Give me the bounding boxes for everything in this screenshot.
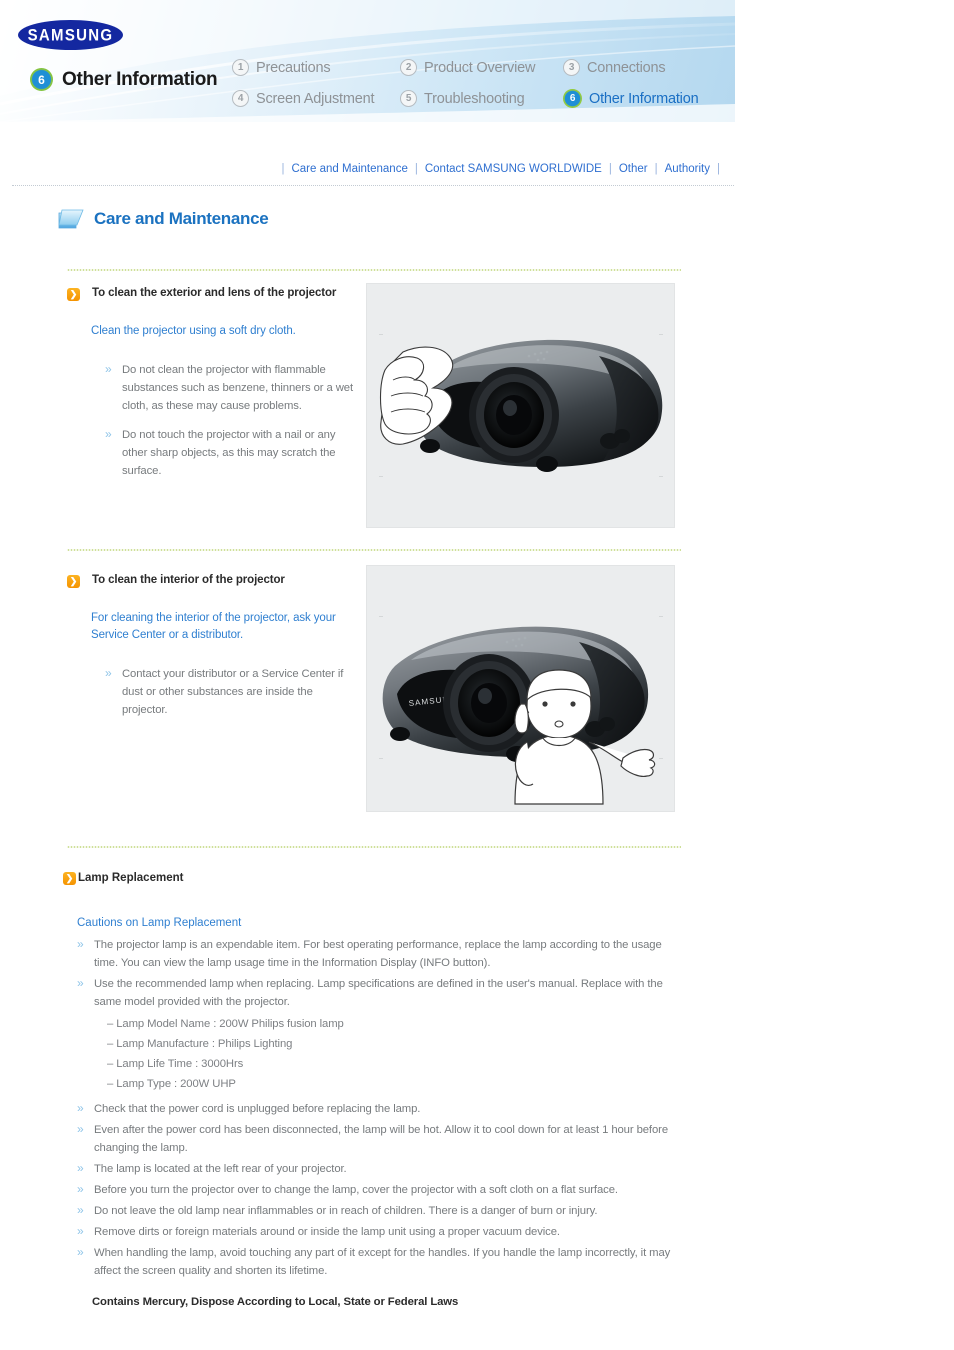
nav-label: Product Overview [424, 59, 536, 76]
nav-item-other-information[interactable]: 6 Other Information [563, 83, 699, 114]
folder-icon [58, 209, 84, 229]
section-number-badge: 6 [30, 68, 53, 91]
sub-navigation: | Care and Maintenance | Contact SAMSUNG… [0, 163, 745, 175]
section-separator-2 [67, 549, 681, 551]
samsung-logo: SAMSUNG [18, 20, 123, 50]
section-separator-3 [67, 846, 681, 848]
lamp-cautions-subheading: Cautions on Lamp Replacement [77, 917, 242, 929]
page-title-text: Care and Maintenance [94, 209, 269, 228]
nav-item-connections[interactable]: 3 Connections [563, 52, 698, 83]
section-lead-text: For cleaning the interior of the project… [91, 612, 336, 641]
section-bullet-list: Do not clean the projector with flammabl… [105, 360, 357, 480]
nav-number-icon: 4 [232, 90, 249, 107]
subnav-link-contact-samsung-worldwide[interactable]: Contact SAMSUNG WORLDWIDE [425, 163, 602, 175]
section-bullet-list: Contact your distributor or a Service Ce… [105, 664, 357, 719]
current-section-title: 6 Other Information [30, 68, 218, 91]
list-item: – Lamp Type : 200W UHP [107, 1078, 236, 1090]
list-item: Use the recommended lamp when replacing.… [77, 974, 677, 1011]
lamp-replacement-heading-row: ❯ Lamp Replacement [63, 871, 183, 885]
projector-with-person-illustration: SAMSUNG [379, 616, 663, 805]
section-clean-interior: ❯ To clean the interior of the projector… [67, 574, 362, 730]
list-item: When handling the lamp, avoid touching a… [77, 1243, 677, 1280]
list-item: The projector lamp is an expendable item… [77, 935, 677, 972]
nav-number-icon: 1 [232, 59, 249, 76]
list-item: Contact your distributor or a Service Ce… [105, 664, 357, 719]
list-item: Do not clean the projector with flammabl… [105, 360, 357, 415]
section-separator-1 [67, 269, 681, 271]
section-heading: To clean the exterior and lens of the pr… [92, 287, 337, 299]
subnav-separator: | [281, 163, 285, 175]
chevron-right-icon: ❯ [63, 872, 76, 885]
lamp-cautions-list: The projector lamp is an expendable item… [77, 935, 677, 1283]
section-lead-text: Clean the projector using a soft dry clo… [91, 325, 296, 337]
chevron-right-icon: ❯ [67, 575, 80, 588]
list-item: – Lamp Manufacture : Philips Lighting [107, 1038, 293, 1050]
subnav-separator: | [414, 163, 418, 175]
subnav-link-other[interactable]: Other [619, 163, 648, 175]
lamp-bullet-list: The projector lamp is an expendable item… [77, 935, 677, 1011]
nav-item-product-overview[interactable]: 2 Product Overview [400, 52, 563, 83]
list-item: The lamp is located at the left rear of … [77, 1159, 677, 1178]
subnav-link-care-and-maintenance[interactable]: Care and Maintenance [291, 163, 407, 175]
nav-number-icon: 2 [400, 59, 417, 76]
nav-label: Troubleshooting [424, 90, 525, 107]
list-item: Do not touch the projector with a nail o… [105, 425, 357, 480]
chevron-right-icon: ❯ [67, 288, 80, 301]
list-item: Check that the power cord is unplugged b… [77, 1099, 677, 1118]
nav-label: Other Information [589, 90, 699, 107]
header-divider [12, 185, 734, 186]
nav-item-precautions[interactable]: 1 Precautions [232, 52, 400, 83]
nav-number-icon: 6 [563, 89, 582, 108]
nav-label: Precautions [256, 59, 331, 76]
list-item: – Lamp Model Name : 200W Philips fusion … [107, 1018, 344, 1030]
projector-with-cloth-illustration [379, 334, 663, 477]
list-item: – Lamp Life Time : 3000Hrs [107, 1058, 244, 1070]
subnav-separator: | [608, 163, 612, 175]
page-title: Care and Maintenance [58, 208, 269, 230]
service-center-call-image: SAMSUNG [366, 565, 675, 812]
subnav-separator: | [717, 163, 720, 175]
mercury-disposal-notice: Contains Mercury, Dispose According to L… [92, 1296, 459, 1308]
list-item: Before you turn the projector over to ch… [77, 1180, 677, 1199]
lamp-bullet-list-continued: Check that the power cord is unplugged b… [77, 1099, 677, 1280]
projector-cleaning-image [366, 283, 675, 528]
nav-number-icon: 3 [563, 59, 580, 76]
list-item: Even after the power cord has been disco… [77, 1120, 677, 1157]
section-title-text: Other Information [62, 68, 218, 90]
section-heading: To clean the interior of the projector [92, 574, 285, 586]
chapter-nav: 1 Precautions 2 Product Overview 3 Conne… [232, 52, 699, 114]
nav-item-screen-adjustment[interactable]: 4 Screen Adjustment [232, 83, 400, 114]
lamp-spec-list: – Lamp Model Name : 200W Philips fusion … [77, 1014, 677, 1094]
nav-label: Screen Adjustment [256, 90, 375, 107]
nav-label: Connections [587, 59, 666, 76]
section-heading-row: ❯ To clean the interior of the projector [67, 574, 362, 588]
samsung-logo-text: SAMSUNG [27, 25, 114, 45]
list-item: Do not leave the old lamp near inflammab… [77, 1201, 677, 1220]
page-header: SAMSUNG 6 Other Information 1 Precaution… [0, 0, 735, 122]
subnav-separator: | [654, 163, 658, 175]
lamp-replacement-heading: Lamp Replacement [78, 872, 184, 884]
nav-number-icon: 5 [400, 90, 417, 107]
nav-item-troubleshooting[interactable]: 5 Troubleshooting [400, 83, 563, 114]
section-clean-exterior: ❯ To clean the exterior and lens of the … [67, 287, 362, 491]
subnav-link-authority[interactable]: Authority [665, 163, 710, 175]
section-heading-row: ❯ To clean the exterior and lens of the … [67, 287, 362, 301]
list-item: Remove dirts or foreign materials around… [77, 1222, 677, 1241]
